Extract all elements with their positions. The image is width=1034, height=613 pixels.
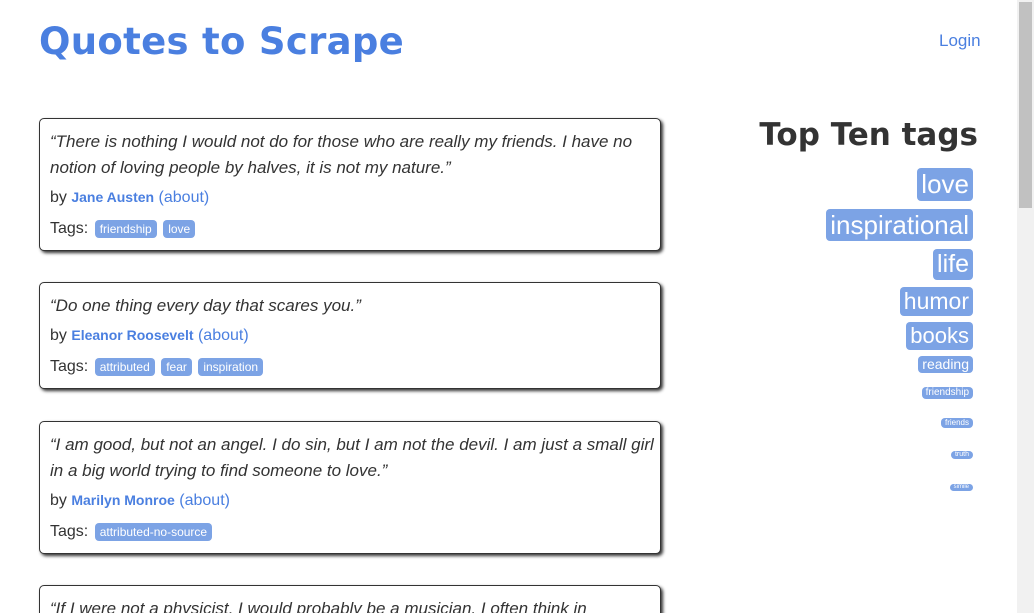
sidebar-title: Top Ten tags xyxy=(759,117,978,153)
tag-link[interactable]: inspiration xyxy=(198,358,264,376)
scrollbar-thumb[interactable] xyxy=(1019,2,1032,208)
quote-tags: Tags: attributed-no-source xyxy=(50,521,654,543)
tags-label: Tags: xyxy=(50,220,89,237)
vertical-scrollbar[interactable] xyxy=(1017,0,1034,613)
quote-card: “There is nothing I would not do for tho… xyxy=(39,118,661,251)
top-tag-truth[interactable]: truth xyxy=(950,450,973,460)
top-tag-friendship[interactable]: friendship xyxy=(921,386,973,399)
quote-text: “Do one thing every day that scares you.… xyxy=(50,296,361,315)
quote-text: “If I were not a physicist, I would prob… xyxy=(50,599,587,613)
quote-card: “If I were not a physicist, I would prob… xyxy=(39,585,661,613)
tag-link[interactable]: friendship xyxy=(94,220,157,238)
author-name: Jane Austen xyxy=(71,189,155,205)
about-link[interactable]: (about) xyxy=(198,327,249,344)
quote-text: “There is nothing I would not do for tho… xyxy=(50,132,633,177)
author-name: Marilyn Monroe xyxy=(71,492,175,508)
tag-link[interactable]: attributed-no-source xyxy=(94,523,213,541)
top-tag-humor[interactable]: humor xyxy=(899,287,973,316)
tag-link[interactable]: love xyxy=(163,220,196,238)
top-tag-inspirational[interactable]: inspirational xyxy=(826,208,973,241)
quote-card: “Do one thing every day that scares you.… xyxy=(39,282,661,389)
by-label: by xyxy=(50,327,67,344)
top-tag-life[interactable]: life xyxy=(933,249,973,281)
tag-link[interactable]: fear xyxy=(161,358,192,376)
top-tag-books[interactable]: books xyxy=(906,322,973,350)
top-tag-friends[interactable]: friends xyxy=(940,417,973,428)
about-link[interactable]: (about) xyxy=(179,492,230,509)
top-tag-love[interactable]: love xyxy=(917,168,973,201)
quote-tags: Tags: attributed fear inspiration xyxy=(50,356,654,378)
author-name: Eleanor Roosevelt xyxy=(71,327,194,343)
login-link[interactable]: Login xyxy=(939,31,981,51)
tag-cloud: love inspirational life humor books read… xyxy=(713,168,973,493)
tags-label: Tags: xyxy=(50,523,89,540)
top-tag-reading[interactable]: reading xyxy=(918,355,973,373)
by-label: by xyxy=(50,492,67,509)
tag-link[interactable]: attributed xyxy=(94,358,155,376)
quote-card: “I am good, but not an angel. I do sin, … xyxy=(39,421,661,554)
about-link[interactable]: (about) xyxy=(159,189,210,206)
top-tag-simile[interactable]: simile xyxy=(949,483,973,491)
quote-byline: by Marilyn Monroe (about) xyxy=(50,488,654,513)
quote-tags: Tags: friendship love xyxy=(50,218,654,240)
quote-byline: by Eleanor Roosevelt (about) xyxy=(50,323,654,348)
tags-label: Tags: xyxy=(50,358,89,375)
quote-byline: by Jane Austen (about) xyxy=(50,185,654,210)
site-title-link[interactable]: Quotes to Scrape xyxy=(39,20,404,63)
quote-text: “I am good, but not an angel. I do sin, … xyxy=(50,435,654,480)
page: Quotes to Scrape Login “There is nothing… xyxy=(0,0,1017,613)
by-label: by xyxy=(50,189,67,206)
